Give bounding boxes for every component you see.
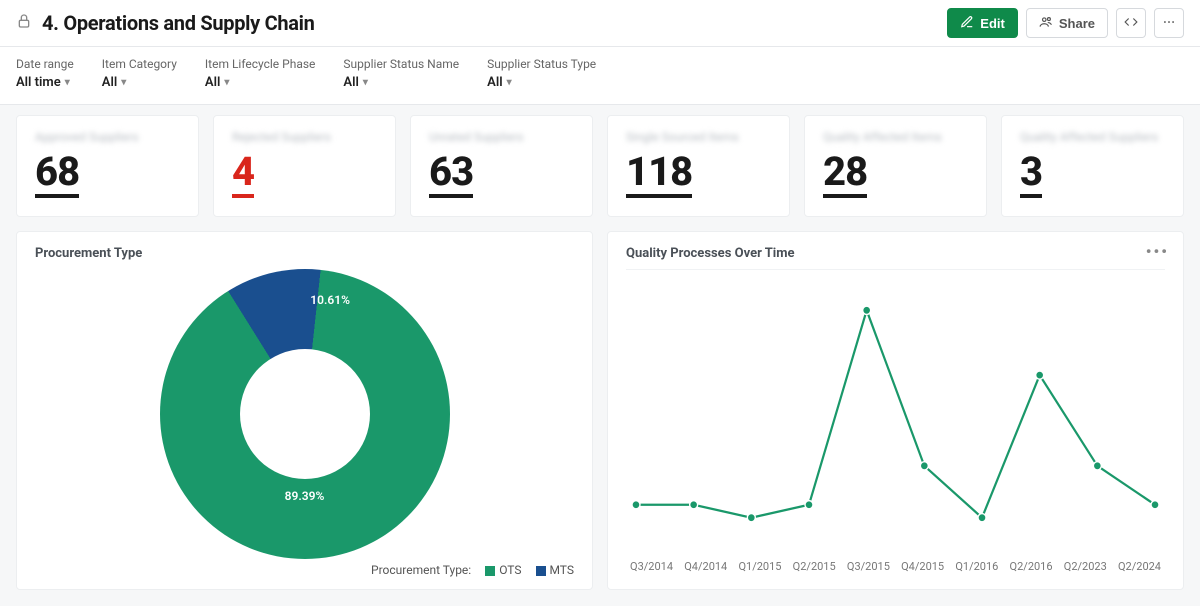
metric-card[interactable]: Unrated Suppliers 63	[410, 115, 593, 217]
donut-legend: Procurement Type: OTS MTS	[35, 563, 574, 577]
x-axis: Q3/2014 Q4/2014 Q1/2015 Q2/2015 Q3/2015 Q4/20…	[626, 554, 1165, 573]
lock-icon	[16, 13, 32, 33]
swatch-icon	[536, 566, 546, 576]
legend-item-ots[interactable]: OTS	[485, 563, 521, 577]
chart-title: Quality Processes Over Time	[626, 246, 1165, 261]
donut-chart: 10.61% 89.39%	[35, 269, 574, 559]
share-button-label: Share	[1059, 16, 1095, 31]
filter-label: Supplier Status Type	[487, 57, 596, 71]
donut-slice-label-mts: 10.61%	[310, 293, 350, 307]
metric-label: Rejected Suppliers	[232, 130, 377, 144]
metric-label: Single Sourced Items	[626, 130, 771, 144]
x-tick-label: Q2/2016	[1010, 560, 1053, 573]
legend-label: OTS	[499, 563, 521, 577]
x-tick-label: Q2/2024	[1118, 560, 1161, 573]
legend-label: MTS	[550, 563, 575, 577]
more-horizontal-icon	[1162, 15, 1176, 32]
more-horizontal-icon: •••	[1146, 242, 1169, 261]
x-tick-label: Q2/2023	[1064, 560, 1107, 573]
filter-bar: Date range All time ▾ Item Category All …	[0, 47, 1200, 105]
metric-card[interactable]: Rejected Suppliers 4	[213, 115, 396, 217]
x-tick-label: Q2/2015	[793, 560, 836, 573]
code-button[interactable]	[1116, 8, 1146, 38]
filter-dropdown-supplier-status-name[interactable]: All ▾	[343, 75, 459, 90]
filter-item-category: Item Category All ▾	[102, 57, 177, 90]
page-header: 4. Operations and Supply Chain Edit Shar…	[0, 0, 1200, 47]
x-tick-label: Q3/2015	[847, 560, 890, 573]
filter-dropdown-item-category[interactable]: All ▾	[102, 75, 177, 90]
filter-value-text: All	[102, 75, 117, 90]
x-tick-label: Q3/2014	[630, 560, 673, 573]
filter-value-text: All	[487, 75, 502, 90]
metric-value: 4	[232, 152, 254, 198]
header-left: 4. Operations and Supply Chain	[16, 11, 315, 35]
code-icon	[1124, 15, 1138, 32]
metric-label: Approved Suppliers	[35, 130, 180, 144]
metric-card[interactable]: Quality Affected Suppliers 3	[1001, 115, 1184, 217]
metric-value: 118	[626, 152, 692, 198]
filter-value-text: All	[343, 75, 358, 90]
donut-slice-label-ots: 89.39%	[285, 489, 325, 503]
metric-value: 28	[823, 152, 867, 198]
metric-card[interactable]: Single Sourced Items 118	[607, 115, 790, 217]
filter-label: Date range	[16, 57, 74, 71]
x-tick-label: Q4/2015	[901, 560, 944, 573]
line-chart-svg	[626, 274, 1165, 554]
filter-dropdown-supplier-status-type[interactable]: All ▾	[487, 75, 596, 90]
metric-label: Unrated Suppliers	[429, 130, 574, 144]
donut-chart-card: Procurement Type 10.61% 89.39% Procureme…	[16, 231, 593, 590]
chevron-down-icon: ▾	[65, 77, 70, 88]
donut-chart-body[interactable]: 10.61% 89.39%	[160, 269, 450, 559]
edit-button[interactable]: Edit	[947, 8, 1018, 38]
x-tick-label: Q1/2015	[738, 560, 781, 573]
share-button[interactable]: Share	[1026, 8, 1108, 38]
x-tick-label: Q4/2014	[684, 560, 727, 573]
filter-label: Item Category	[102, 57, 177, 71]
chevron-down-icon: ▾	[363, 77, 368, 88]
filter-value-text: All	[205, 75, 220, 90]
chevron-down-icon: ▾	[121, 77, 126, 88]
filter-value-text: All time	[16, 75, 61, 90]
chevron-down-icon: ▾	[507, 77, 512, 88]
charts-row: Procurement Type 10.61% 89.39% Procureme…	[0, 217, 1200, 606]
metric-card[interactable]: Quality Affected Items 28	[804, 115, 987, 217]
metric-value: 68	[35, 152, 79, 198]
donut-hole	[240, 349, 370, 479]
metric-label: Quality Affected Items	[823, 130, 968, 144]
x-tick-label: Q1/2016	[955, 560, 998, 573]
chevron-down-icon: ▾	[224, 77, 229, 88]
filter-lifecycle-phase: Item Lifecycle Phase All ▾	[205, 57, 316, 90]
edit-button-label: Edit	[980, 16, 1005, 31]
legend-title: Procurement Type:	[371, 563, 471, 577]
chart-title: Procurement Type	[35, 246, 574, 261]
filter-supplier-status-name: Supplier Status Name All ▾	[343, 57, 459, 90]
filter-label: Supplier Status Name	[343, 57, 459, 71]
page-title: 4. Operations and Supply Chain	[42, 11, 315, 35]
filter-supplier-status-type: Supplier Status Type All ▾	[487, 57, 596, 90]
filter-dropdown-lifecycle-phase[interactable]: All ▾	[205, 75, 316, 90]
legend-item-mts[interactable]: MTS	[536, 563, 575, 577]
line-chart[interactable]: Q3/2014 Q4/2014 Q1/2015 Q2/2015 Q3/2015 Q4/20…	[626, 269, 1165, 573]
metric-value: 3	[1020, 152, 1042, 198]
chart-menu-button[interactable]: •••	[1146, 242, 1169, 261]
pencil-icon	[960, 15, 974, 32]
filter-dropdown-date-range[interactable]: All time ▾	[16, 75, 74, 90]
line-chart-card: ••• Quality Processes Over Time Q3/2014Q…	[607, 231, 1184, 590]
more-button[interactable]	[1154, 8, 1184, 38]
header-actions: Edit Share	[947, 8, 1184, 38]
filter-label: Item Lifecycle Phase	[205, 57, 316, 71]
metric-value: 63	[429, 152, 473, 198]
swatch-icon	[485, 566, 495, 576]
filter-date-range: Date range All time ▾	[16, 57, 74, 90]
metrics-row: Approved Suppliers 68 Rejected Suppliers…	[0, 105, 1200, 217]
metric-card[interactable]: Approved Suppliers 68	[16, 115, 199, 217]
metric-label: Quality Affected Suppliers	[1020, 130, 1165, 144]
people-icon	[1039, 15, 1053, 32]
